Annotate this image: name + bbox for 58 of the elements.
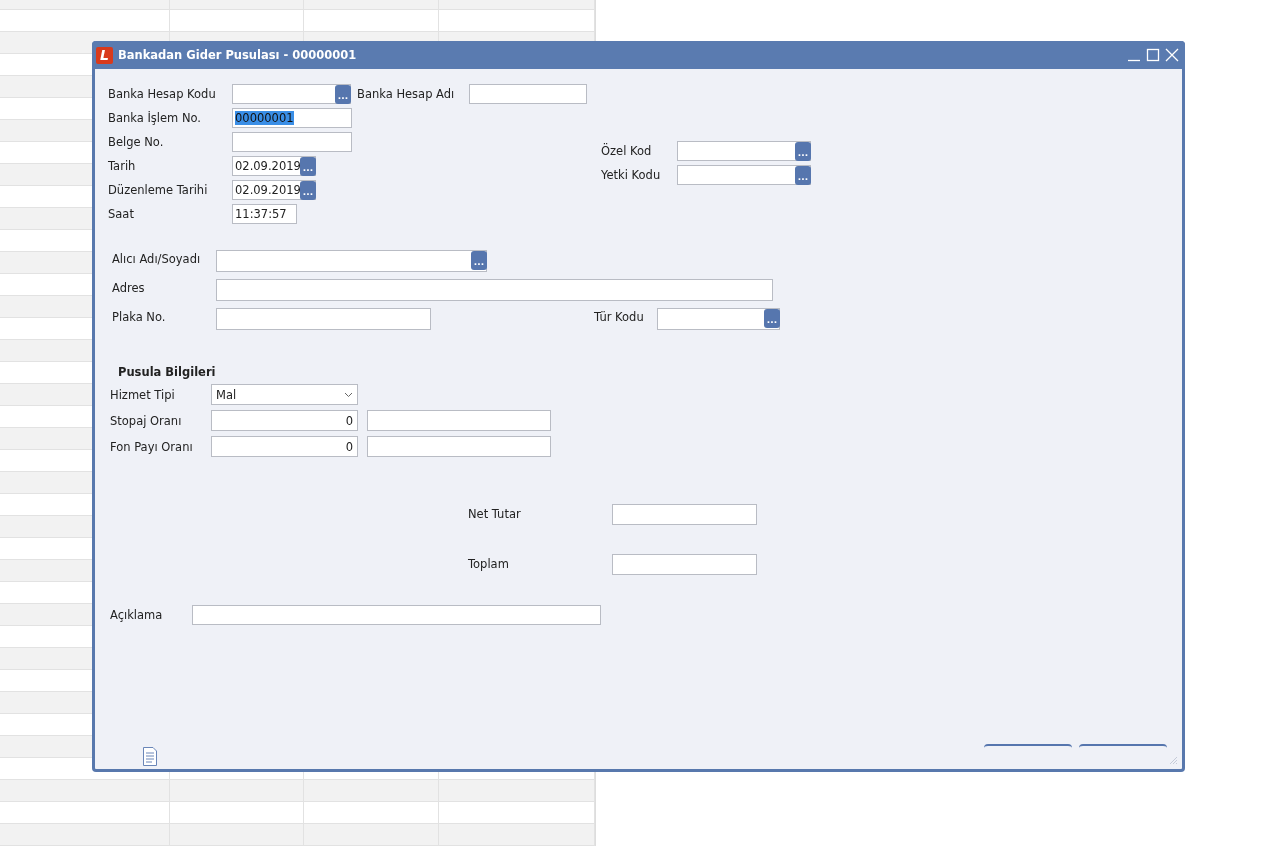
input-field[interactable] <box>367 410 551 431</box>
window-title: Bankadan Gider Pusulası - 00000001 <box>118 48 358 62</box>
field-label: Hizmet Tipi <box>110 387 176 402</box>
input-field[interactable] <box>612 553 757 575</box>
close-icon[interactable] <box>1165 48 1179 62</box>
field-label: Saat <box>108 207 135 221</box>
lookup-button[interactable]: ... <box>335 85 351 104</box>
input-field[interactable]: ... <box>216 250 487 272</box>
number-field[interactable]: 0 <box>211 410 358 431</box>
input-field[interactable] <box>216 279 773 301</box>
chevron-down-icon <box>344 391 353 398</box>
document-icon[interactable] <box>142 747 158 766</box>
input-field[interactable]: ... <box>232 84 351 104</box>
button[interactable] <box>984 744 1072 748</box>
input-field[interactable]: ... <box>677 164 811 185</box>
number-field[interactable]: 0 <box>211 436 358 457</box>
lookup-button[interactable]: ... <box>300 181 316 200</box>
field-label: Banka İşlem No. <box>108 111 202 125</box>
field-label: Net Tutar <box>468 507 522 521</box>
lookup-button[interactable]: ... <box>764 309 780 328</box>
input-field[interactable]: ... <box>657 308 780 330</box>
date-field[interactable]: 02.09.2019 ... <box>232 156 316 176</box>
input-field[interactable] <box>192 605 601 625</box>
lookup-button[interactable]: ... <box>795 141 811 161</box>
field-label: Belge No. <box>108 135 165 149</box>
resize-grip-icon[interactable] <box>1168 755 1178 765</box>
input-field[interactable] <box>367 436 551 457</box>
time-field[interactable]: 11:37:57 <box>232 204 297 224</box>
field-label: Açıklama <box>110 608 164 622</box>
lookup-button[interactable]: ... <box>471 251 487 270</box>
input-field[interactable] <box>612 503 757 525</box>
field-label: Fon Payı Oranı <box>110 439 194 454</box>
field-label: Adres <box>112 280 146 295</box>
field-label: Banka Hesap Kodu <box>108 87 217 101</box>
input-field[interactable] <box>469 84 587 104</box>
input-field[interactable] <box>232 132 352 152</box>
lookup-button[interactable]: ... <box>300 157 316 176</box>
date-field[interactable]: 02.09.2019 ... <box>232 180 316 200</box>
maximize-icon[interactable] <box>1146 48 1160 62</box>
dropdown[interactable]: Mal <box>211 384 358 405</box>
app-logo: L <box>96 46 113 64</box>
field-label: Özel Kod <box>601 143 653 158</box>
field-label: Alıcı Adı/Soyadı <box>112 251 202 266</box>
field-label: Banka Hesap Adı <box>357 87 456 101</box>
field-label: Tür Kodu <box>594 309 645 324</box>
input-field[interactable]: ... <box>677 140 811 161</box>
button[interactable] <box>1079 744 1167 748</box>
input-field[interactable] <box>216 308 431 330</box>
field-label: Yetki Kodu <box>601 167 662 182</box>
field-label: Toplam <box>468 557 510 571</box>
field-label: Plaka No. <box>112 309 167 324</box>
field-label: Tarih <box>108 159 137 173</box>
selected-text: 00000001 <box>235 111 294 125</box>
field-label: Stopaj Oranı <box>110 413 183 428</box>
section-title: Pusula Bilgileri <box>117 365 217 379</box>
lookup-button[interactable]: ... <box>795 165 811 185</box>
input-field[interactable]: 00000001 <box>232 108 352 128</box>
field-label: Düzenleme Tarihi <box>108 183 209 197</box>
